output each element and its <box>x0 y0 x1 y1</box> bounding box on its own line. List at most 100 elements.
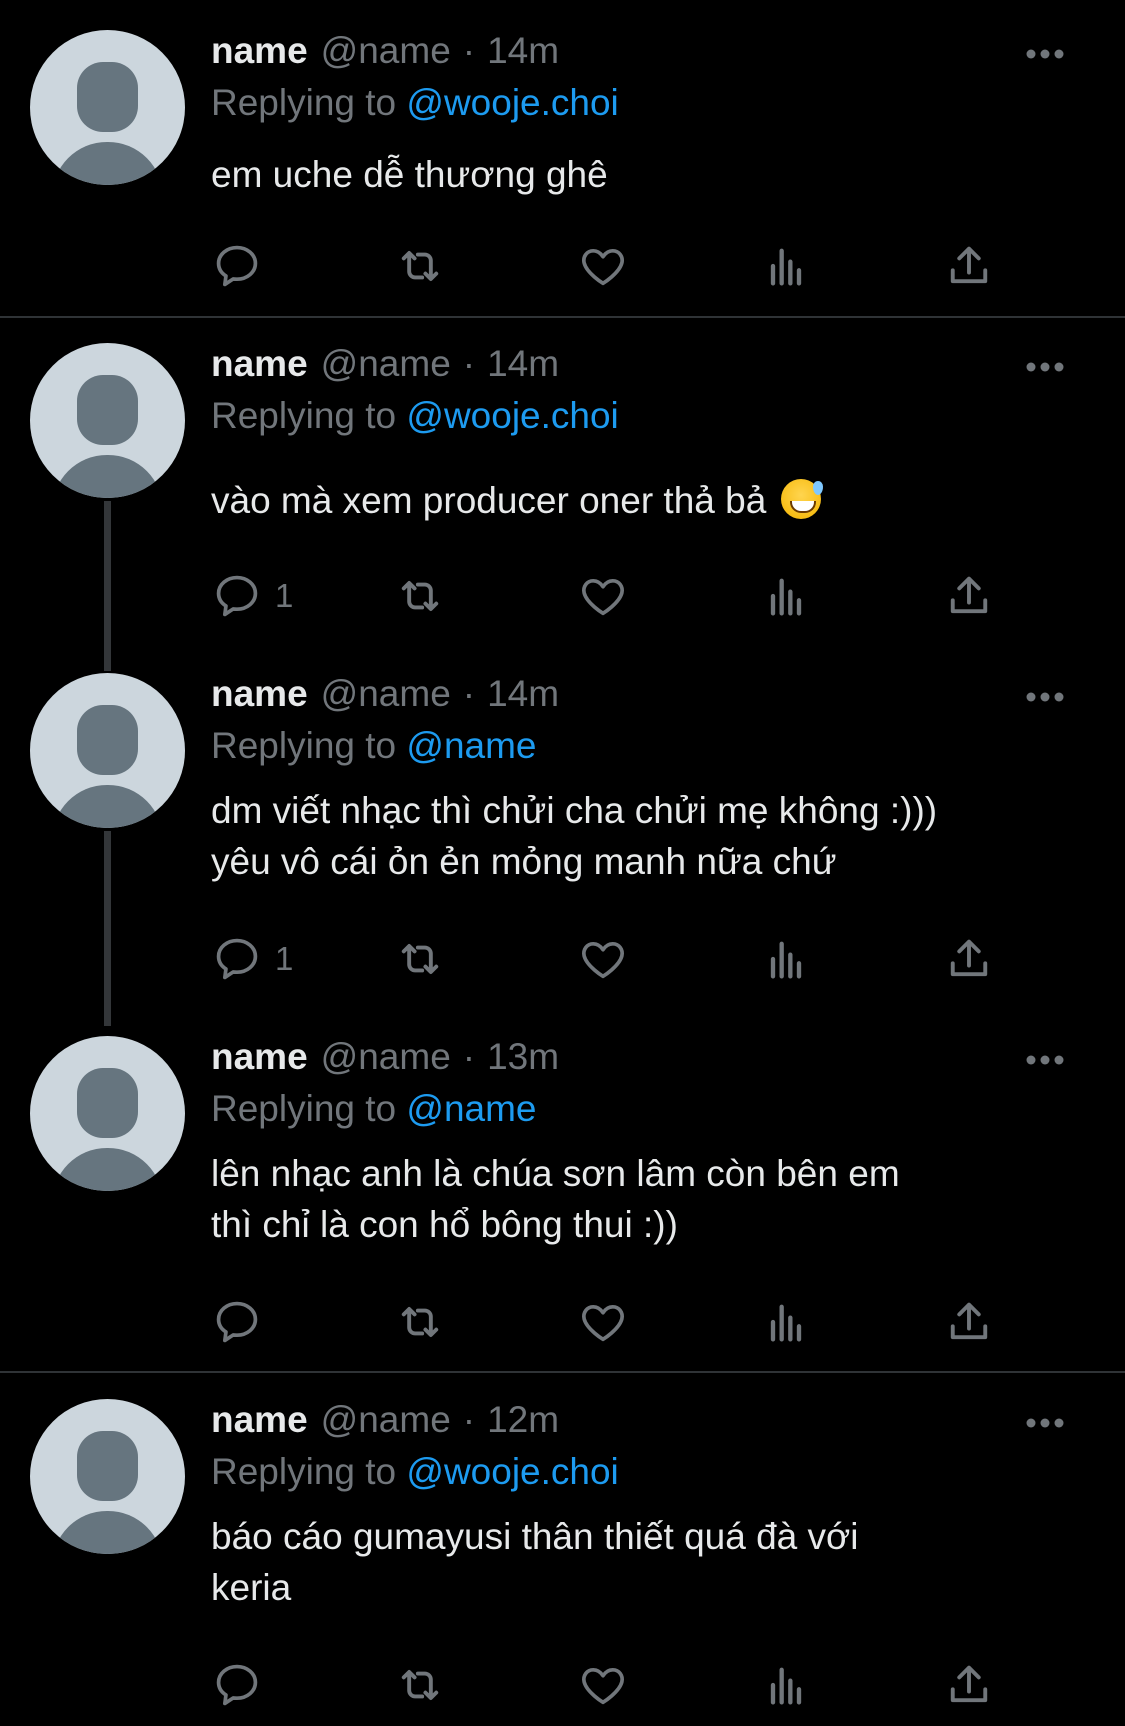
retweet-icon <box>401 1307 439 1337</box>
avatar[interactable] <box>30 30 185 185</box>
tweet-text-container: vào mà xem producer oner thả bả <box>211 475 1095 526</box>
replying-prefix: Replying to <box>211 1088 397 1129</box>
display-name[interactable]: name <box>211 673 308 715</box>
action-bar: 1 <box>211 566 1001 626</box>
reply-icon <box>216 1664 258 1706</box>
tweet-header: name @name · 14m <box>211 673 1095 725</box>
reply-feed: name @name · 14m Replying to @wooje.choi… <box>0 0 1125 1726</box>
user-handle[interactable]: @name <box>321 1036 451 1078</box>
timestamp[interactable]: 14m <box>487 30 559 72</box>
separator-dot: · <box>462 1399 476 1440</box>
more-icon[interactable] <box>1025 1050 1065 1070</box>
heart-icon <box>582 578 624 616</box>
replying-to: Replying to @name <box>211 1088 1095 1140</box>
reply-count: 1 <box>275 940 294 977</box>
share-button[interactable] <box>943 236 995 296</box>
divider <box>0 1371 1125 1373</box>
reply-button[interactable]: 1 <box>211 566 293 626</box>
like-button[interactable] <box>577 929 629 989</box>
replying-to: Replying to @name <box>211 725 1095 777</box>
divider <box>0 316 1125 318</box>
tweet-text: báo cáo gumayusi thân thiết quá đà với k… <box>211 1516 859 1608</box>
replying-prefix: Replying to <box>211 1451 397 1492</box>
reply-button[interactable] <box>211 236 275 296</box>
heart-icon <box>582 941 624 979</box>
user-handle[interactable]: @name <box>321 30 451 72</box>
reply-icon <box>216 575 258 617</box>
mention-link[interactable]: @wooje.choi <box>406 82 618 123</box>
avatar[interactable] <box>30 1036 185 1191</box>
display-name[interactable]: name <box>211 30 308 72</box>
action-bar: 1 <box>211 929 1001 989</box>
retweet-button[interactable] <box>394 566 446 626</box>
retweet-button[interactable] <box>394 236 446 296</box>
tweet-header: name @name · 14m <box>211 343 1095 395</box>
separator-dot: · <box>462 673 476 714</box>
thread-line <box>104 501 111 671</box>
share-icon <box>950 246 988 284</box>
tweet-text: vào mà xem producer oner thả bả <box>211 480 777 521</box>
retweet-button[interactable] <box>394 1292 446 1352</box>
views-button[interactable] <box>760 1292 812 1352</box>
more-icon[interactable] <box>1025 687 1065 707</box>
mention-link[interactable]: @name <box>406 725 536 766</box>
views-button[interactable] <box>760 929 812 989</box>
avatar[interactable] <box>30 673 185 828</box>
more-icon[interactable] <box>1025 1413 1065 1433</box>
like-button[interactable] <box>577 566 629 626</box>
more-icon[interactable] <box>1025 357 1065 377</box>
tweet-text: dm viết nhạc thì chửi cha chửi mẹ không … <box>211 790 938 882</box>
reply-icon <box>216 1301 258 1343</box>
heart-icon <box>582 1304 624 1342</box>
reply-button[interactable]: 1 <box>211 929 293 989</box>
retweet-button[interactable] <box>394 1655 446 1715</box>
display-name[interactable]: name <box>211 1036 308 1078</box>
retweet-icon <box>401 1670 439 1700</box>
share-icon <box>950 576 988 614</box>
display-name[interactable]: name <box>211 1399 308 1441</box>
reply-icon <box>216 245 258 287</box>
timestamp[interactable]: 14m <box>487 343 559 385</box>
reply-button[interactable] <box>211 1655 275 1715</box>
share-button[interactable] <box>943 929 995 989</box>
timestamp[interactable]: 13m <box>487 1036 559 1078</box>
avatar[interactable] <box>30 343 185 498</box>
more-icon[interactable] <box>1025 44 1065 64</box>
timestamp[interactable]: 12m <box>487 1399 559 1441</box>
like-button[interactable] <box>577 1292 629 1352</box>
views-icon <box>770 1667 802 1705</box>
avatar[interactable] <box>30 1399 185 1554</box>
user-handle[interactable]: @name <box>321 1399 451 1441</box>
like-button[interactable] <box>577 1655 629 1715</box>
action-bar <box>211 1292 1001 1352</box>
share-button[interactable] <box>943 566 995 626</box>
user-handle[interactable]: @name <box>321 343 451 385</box>
views-button[interactable] <box>760 566 812 626</box>
tweet-header: name @name · 12m <box>211 1399 1095 1451</box>
tweet-header: name @name · 14m <box>211 30 1095 82</box>
separator-dot: · <box>462 30 476 71</box>
user-handle[interactable]: @name <box>321 673 451 715</box>
mention-link[interactable]: @name <box>406 1088 536 1129</box>
grinning-sweat-emoji <box>780 479 823 519</box>
mention-link[interactable]: @wooje.choi <box>406 1451 618 1492</box>
timestamp[interactable]: 14m <box>487 673 559 715</box>
tweet-text: em uche dễ thương ghê <box>211 154 608 195</box>
separator-dot: · <box>462 1036 476 1077</box>
separator-dot: · <box>462 343 476 384</box>
views-button[interactable] <box>760 236 812 296</box>
tweet-header: name @name · 13m <box>211 1036 1095 1088</box>
share-button[interactable] <box>943 1292 995 1352</box>
replying-to: Replying to @wooje.choi <box>211 1451 1095 1503</box>
reply-button[interactable] <box>211 1292 275 1352</box>
retweet-icon <box>401 944 439 974</box>
views-icon <box>770 1304 802 1342</box>
display-name[interactable]: name <box>211 343 308 385</box>
views-button[interactable] <box>760 1655 812 1715</box>
mention-link[interactable]: @wooje.choi <box>406 395 618 436</box>
tweet-text: lên nhạc anh là chúa sơn lâm còn bên em … <box>211 1153 900 1245</box>
like-button[interactable] <box>577 236 629 296</box>
reply-count: 1 <box>275 577 294 614</box>
retweet-button[interactable] <box>394 929 446 989</box>
share-button[interactable] <box>943 1655 995 1715</box>
